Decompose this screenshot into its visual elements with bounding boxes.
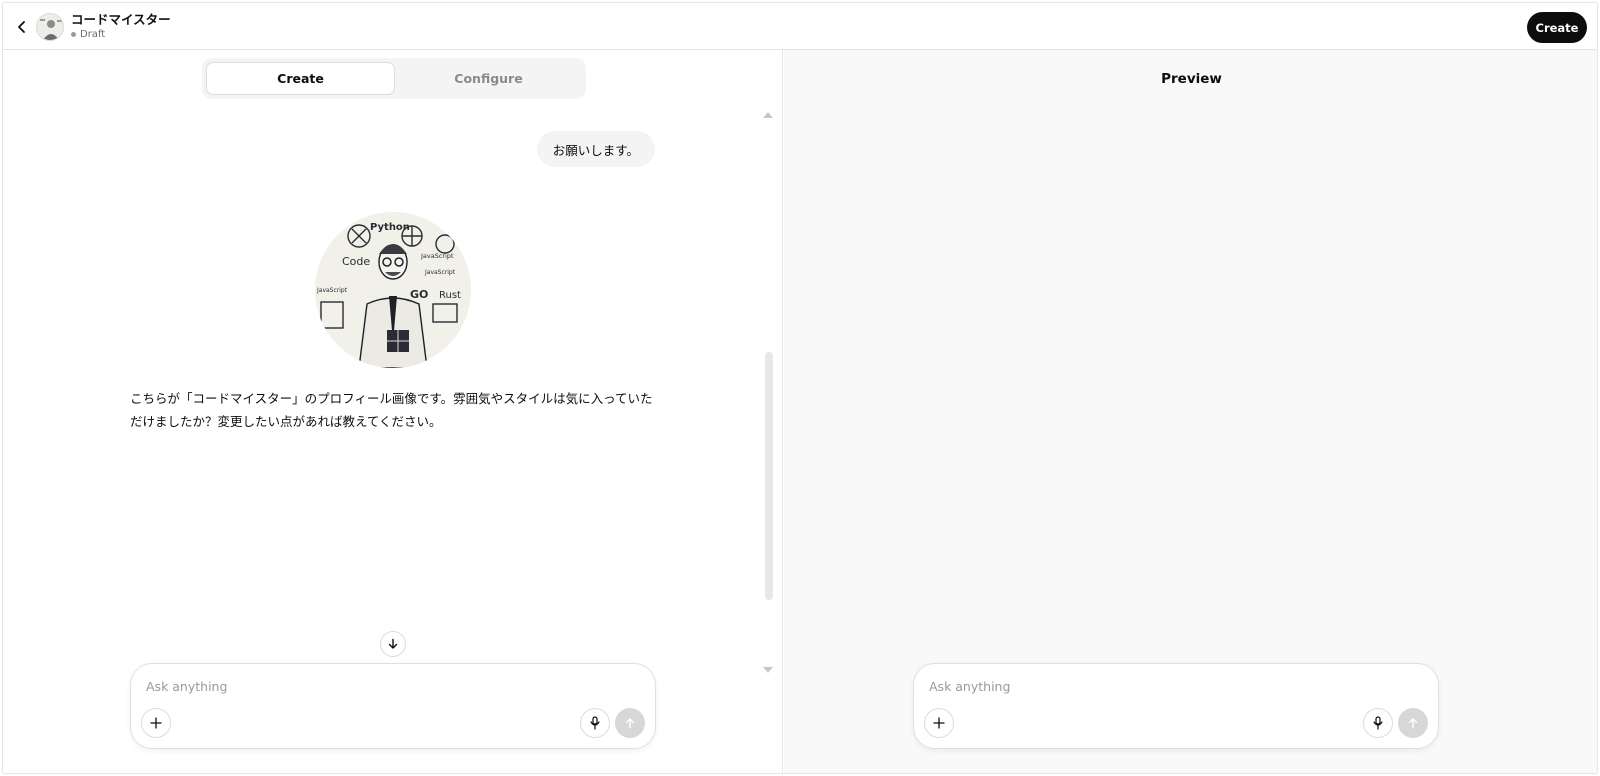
plus-icon	[150, 717, 162, 729]
send-button[interactable]	[615, 708, 645, 738]
scroll-to-bottom-button[interactable]	[380, 631, 406, 657]
tab-create[interactable]: Create	[206, 62, 395, 95]
gpt-name: コードマイスター	[71, 12, 171, 27]
preview-composer	[913, 663, 1439, 749]
mode-tabs: Create Configure	[202, 58, 586, 99]
profile-word: Rust	[439, 290, 461, 301]
microphone-icon	[1373, 716, 1383, 730]
preview-voice-button[interactable]	[1363, 708, 1393, 738]
builder-composer	[130, 663, 656, 749]
user-message: お願いします。	[536, 131, 655, 167]
create-button[interactable]: Create	[1527, 12, 1587, 43]
chevron-left-icon	[18, 21, 25, 33]
status-dot	[71, 32, 76, 37]
arrow-up-icon	[1408, 718, 1418, 729]
preview-attach-button[interactable]	[924, 708, 954, 738]
voice-input-button[interactable]	[580, 708, 610, 738]
scrollbar-thumb[interactable]	[765, 352, 773, 600]
preview-message-input[interactable]	[929, 676, 1419, 696]
scroll-down-arrow[interactable]	[763, 667, 773, 673]
arrow-down-icon	[388, 638, 398, 649]
arrow-up-icon	[625, 718, 635, 729]
preview-send-button[interactable]	[1398, 708, 1428, 738]
profile-word: JavaScript	[420, 252, 454, 260]
plus-icon	[933, 717, 945, 729]
profile-word: Python	[370, 222, 410, 233]
assistant-message: こちらが「コードマイスター」のプロフィール画像です。雰囲気やスタイルは気に入って…	[130, 391, 653, 429]
back-button[interactable]	[11, 16, 33, 38]
status-row: Draft	[71, 29, 171, 40]
preview-pane: Preview	[784, 50, 1597, 773]
microphone-icon	[590, 716, 600, 730]
preview-title: Preview	[1161, 71, 1222, 87]
top-bar: コードマイスター Draft Create	[3, 3, 1597, 50]
builder-pane: Create Configure お願いします。 Python JavaScri…	[3, 50, 783, 773]
message-input[interactable]	[146, 676, 636, 696]
profile-word: JavaScript	[424, 269, 456, 276]
profile-word: GO	[410, 288, 428, 301]
status-label: Draft	[80, 29, 106, 40]
gpt-avatar[interactable]	[36, 13, 64, 41]
scroll-up-arrow[interactable]	[763, 112, 773, 118]
attach-button[interactable]	[141, 708, 171, 738]
profile-word: Code	[342, 255, 370, 268]
generated-profile-image: Python JavaScript Code GO Rust JavaScrip…	[315, 212, 471, 368]
tab-configure[interactable]: Configure	[395, 62, 582, 95]
profile-word: JavaScript	[316, 287, 348, 294]
gpt-title-block: コードマイスター Draft	[71, 12, 171, 40]
app-window: コードマイスター Draft Create Create Configure お…	[2, 2, 1598, 774]
